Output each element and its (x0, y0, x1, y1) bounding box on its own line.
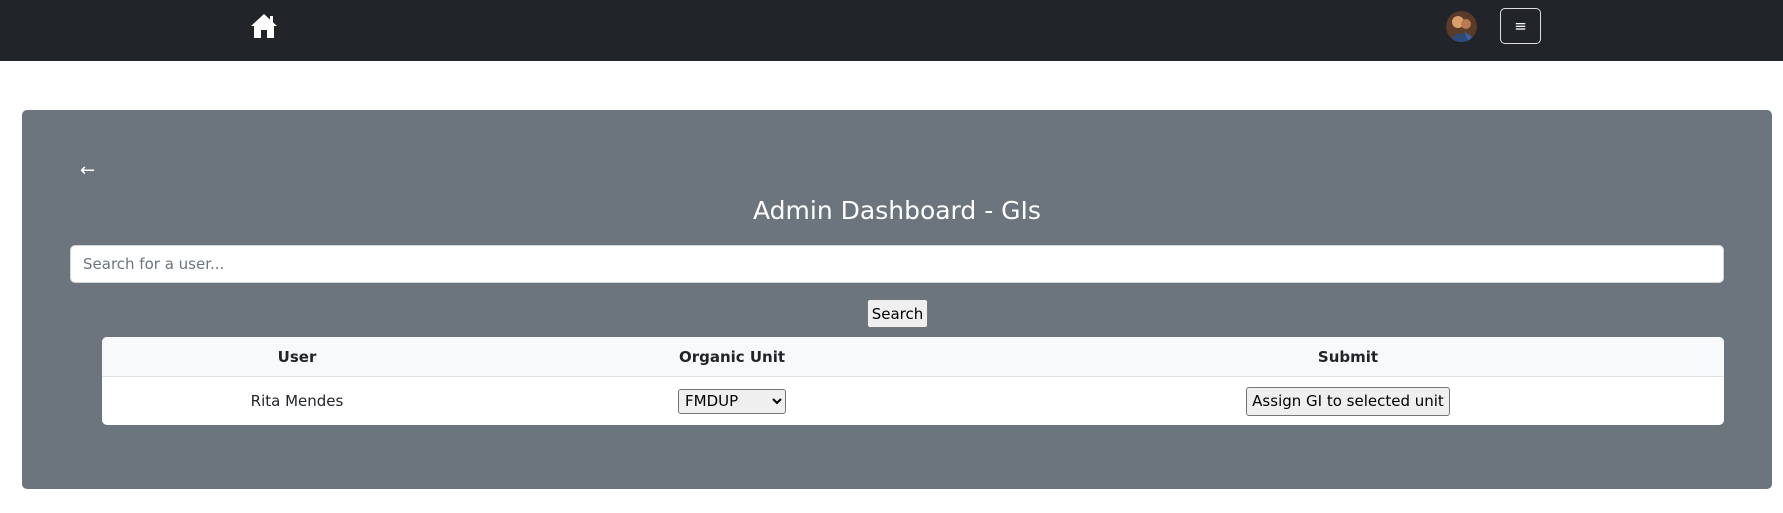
submit-cell: Assign GI to selected unit (972, 377, 1724, 425)
back-arrow-icon[interactable]: ← (80, 162, 95, 180)
avatar[interactable] (1446, 11, 1477, 42)
column-header-submit: Submit (1317, 348, 1379, 366)
home-icon[interactable] (249, 11, 279, 41)
user-name-cell: Rita Mendes (250, 392, 344, 410)
search-input[interactable] (70, 245, 1724, 283)
page-title: Admin Dashboard - GIs (753, 196, 1041, 225)
table-header: User Organic Unit Submit (102, 337, 1724, 377)
column-header-organic-unit: Organic Unit (678, 348, 786, 366)
top-navbar: ≡ (0, 0, 1783, 61)
hamburger-icon: ≡ (1514, 17, 1527, 35)
users-table: User Organic Unit Submit Rita Mendes FMD… (102, 337, 1724, 425)
admin-panel: ← Admin Dashboard - GIs Search User Orga… (22, 110, 1772, 489)
organic-unit-select[interactable]: FMDUP (678, 388, 786, 414)
assign-gi-button[interactable]: Assign GI to selected unit (1246, 386, 1450, 416)
table-row: Rita Mendes FMDUP Assign GI to selected … (102, 377, 1724, 425)
menu-toggle-button[interactable]: ≡ (1500, 8, 1541, 44)
organic-unit-cell: FMDUP (492, 377, 972, 425)
search-button[interactable]: Search (867, 299, 928, 328)
column-header-user: User (277, 348, 317, 366)
